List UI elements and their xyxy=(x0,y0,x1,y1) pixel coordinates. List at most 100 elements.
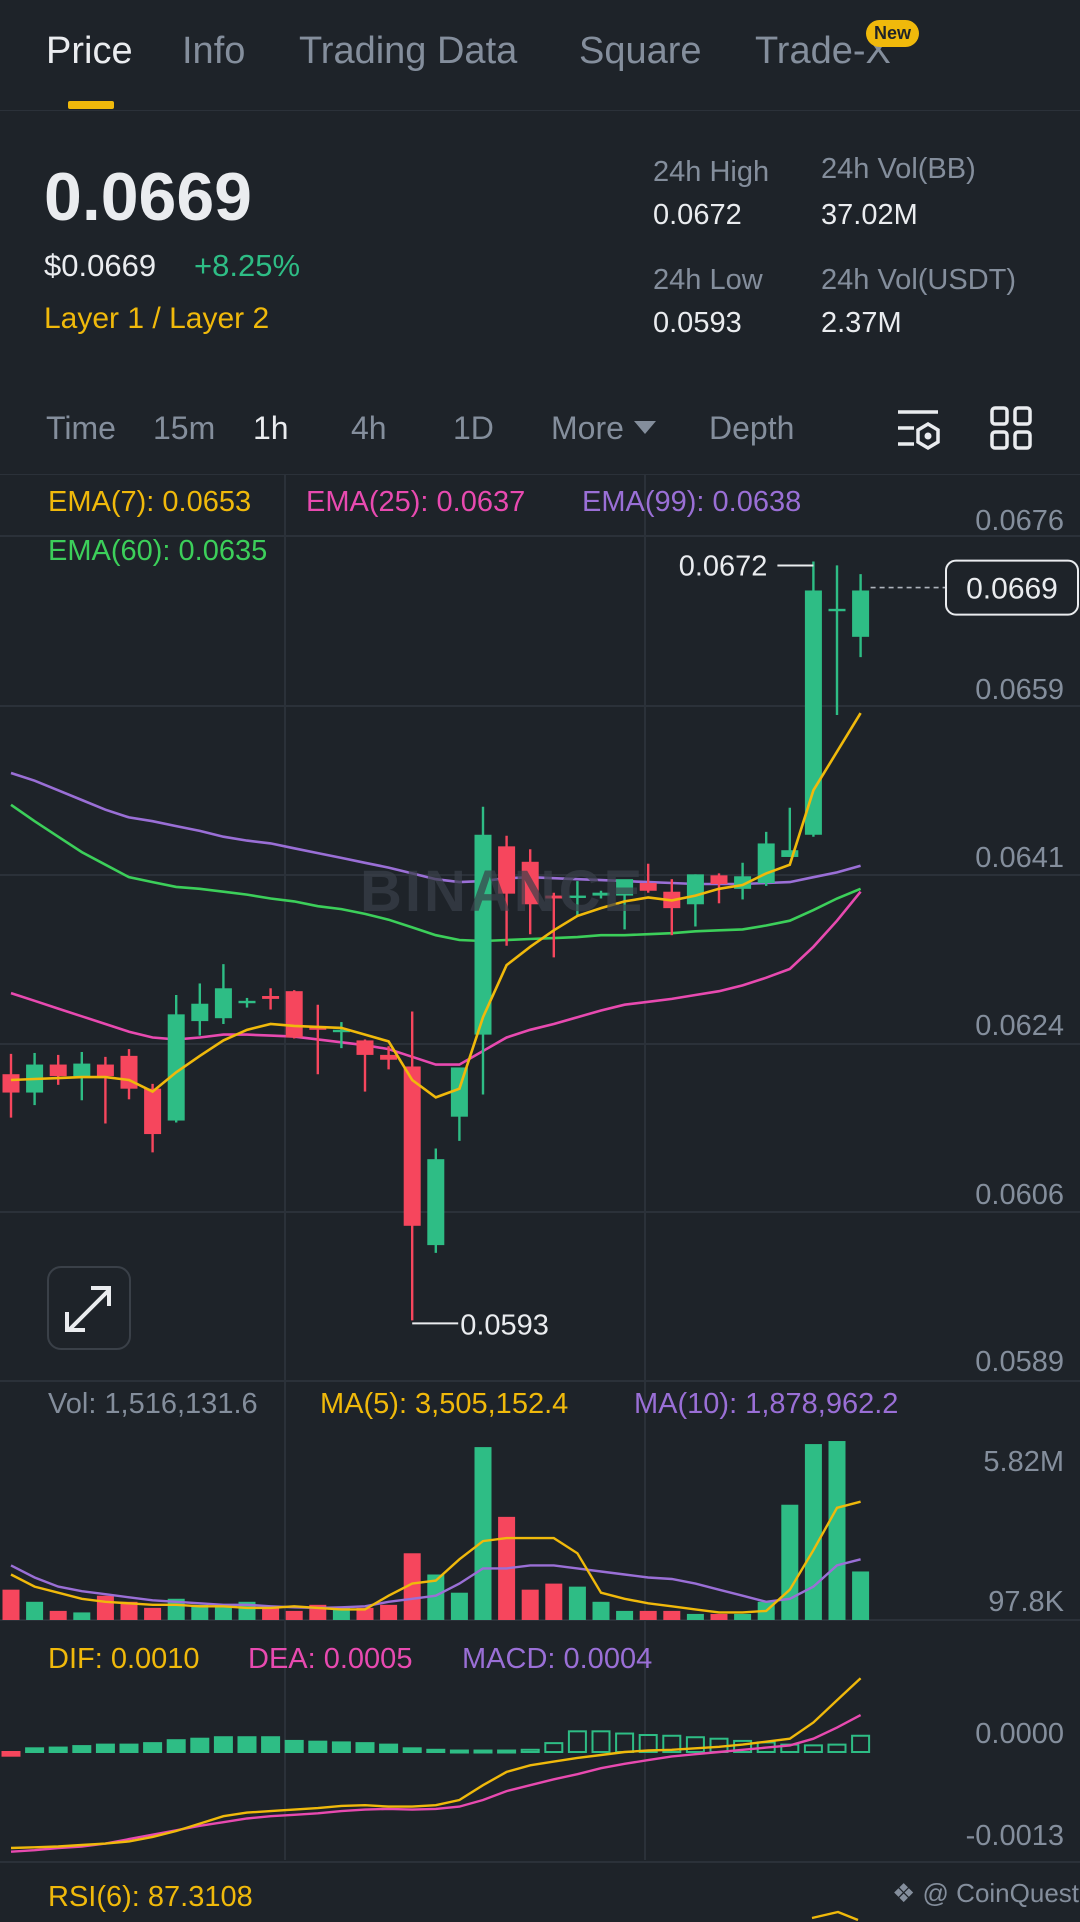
candle-body xyxy=(356,1040,374,1055)
low-marker-label: 0.0593 xyxy=(460,1309,549,1341)
volume-bar xyxy=(545,1583,563,1620)
macd-histogram-bar xyxy=(1,1751,21,1757)
timeframe-15m[interactable]: 15m xyxy=(153,410,215,447)
timeframe-1d[interactable]: 1D xyxy=(453,410,494,447)
low-24h-label: 24h Low xyxy=(653,264,763,296)
macd-histogram-bar xyxy=(119,1743,139,1753)
timeframe-more[interactable]: More xyxy=(551,410,656,447)
price-chart[interactable]: 0.0672 0.0593 0.0669 xyxy=(0,474,1080,1922)
volume-bar xyxy=(804,1444,822,1620)
expand-icon xyxy=(65,1286,111,1332)
vol-ma10-legend: MA(10): 1,878,962.2 xyxy=(634,1388,899,1420)
volume-bar xyxy=(450,1592,468,1620)
candle-body xyxy=(214,988,232,1019)
dif-line xyxy=(10,1677,862,1850)
macd-histogram-bar xyxy=(143,1742,163,1753)
price-axis-tick: 0.0659 xyxy=(975,674,1064,706)
macd-histogram-bar xyxy=(567,1730,587,1754)
candle-body xyxy=(686,874,704,905)
macd-histogram-bar xyxy=(544,1742,564,1753)
price-axis-tick: 0.0606 xyxy=(975,1179,1064,1211)
grid-layout-icon[interactable] xyxy=(990,406,1032,450)
candle-body xyxy=(403,1066,421,1226)
timeframe-1h[interactable]: 1h xyxy=(253,410,289,447)
macd-histogram-bar xyxy=(190,1737,210,1753)
ema25-legend: EMA(25): 0.0637 xyxy=(306,486,526,518)
category-link[interactable]: Layer 1 / Layer 2 xyxy=(44,302,269,336)
high-24h-value: 0.0672 xyxy=(653,199,742,231)
candle-body xyxy=(2,1074,20,1093)
macd-histogram-bar xyxy=(497,1749,517,1754)
tab-trading-data[interactable]: Trading Data xyxy=(299,30,517,73)
candle-body xyxy=(804,590,822,835)
timeframe-more-label: More xyxy=(551,410,624,446)
volume-legend: Vol: 1,516,131.6 xyxy=(48,1388,258,1420)
vol-base-24h-label: 24h Vol(BB) xyxy=(821,153,976,185)
volume-bar xyxy=(521,1589,539,1620)
volume-bar xyxy=(568,1586,586,1620)
tab-price[interactable]: Price xyxy=(46,30,133,73)
last-price: 0.0669 xyxy=(44,159,252,235)
macd-histogram-bar xyxy=(591,1730,611,1754)
ema60-legend: EMA(60): 0.0635 xyxy=(48,535,268,567)
volume-bar xyxy=(710,1613,728,1620)
timeframe-4h[interactable]: 4h xyxy=(351,410,387,447)
tab-square[interactable]: Square xyxy=(579,30,702,73)
macd-histogram-bar xyxy=(237,1736,257,1753)
volume-bar xyxy=(852,1571,870,1620)
candle-body xyxy=(96,1064,114,1077)
volume-bar xyxy=(144,1607,162,1620)
candle-body xyxy=(380,1054,398,1060)
volume-bar xyxy=(380,1604,398,1620)
binance-watermark: BINANCE xyxy=(360,859,646,924)
depth-tab[interactable]: Depth xyxy=(709,410,794,447)
binance-logo-icon: ❖ xyxy=(892,1878,916,1908)
macd-histogram-bar xyxy=(308,1740,328,1753)
volume-bar xyxy=(262,1607,280,1620)
low-24h-value: 0.0593 xyxy=(653,307,742,339)
vol-ma5-legend: MA(5): 3,505,152.4 xyxy=(320,1388,569,1420)
macd-histogram-bar xyxy=(426,1748,446,1754)
source-credit: ❖ @ CoinQuest xyxy=(892,1878,1079,1909)
candle-body xyxy=(191,1003,209,1022)
macd-histogram-bar xyxy=(284,1739,304,1754)
vol-base-24h-value: 37.02M xyxy=(821,199,918,231)
price-axis-tick: 0.0589 xyxy=(975,1346,1064,1378)
macd-histogram-bar xyxy=(827,1743,847,1753)
price-axis-tick: 0.0676 xyxy=(975,505,1064,537)
vol-quote-24h-value: 2.37M xyxy=(821,307,902,339)
macd-histogram-bar xyxy=(331,1741,351,1754)
volume-bar xyxy=(734,1613,752,1620)
candle-body xyxy=(427,1159,445,1246)
dea-legend: DEA: 0.0005 xyxy=(248,1643,413,1675)
volume-bar xyxy=(686,1613,704,1620)
macd-histogram-bar xyxy=(379,1743,399,1753)
candle-body xyxy=(781,850,799,857)
candle-body xyxy=(828,608,846,612)
timeframe-time[interactable]: Time xyxy=(46,410,116,447)
macd-histogram-bar xyxy=(520,1748,540,1754)
macd-histogram-bar xyxy=(803,1744,823,1754)
macd-histogram-bar xyxy=(213,1736,233,1753)
volume-bar xyxy=(96,1595,114,1620)
tab-info[interactable]: Info xyxy=(182,30,245,73)
fullscreen-button[interactable] xyxy=(47,1266,131,1350)
volume-bar xyxy=(285,1610,303,1620)
rsi-line xyxy=(811,1910,859,1922)
candle-body xyxy=(710,875,728,884)
volume-bar xyxy=(73,1612,91,1620)
volume-bar xyxy=(639,1610,657,1620)
macd-histogram-bar xyxy=(615,1732,635,1753)
macd-histogram-bar xyxy=(473,1749,493,1754)
candle-body xyxy=(238,1000,256,1004)
macd-histogram-bar xyxy=(72,1745,92,1753)
high-marker-label: 0.0672 xyxy=(679,551,768,583)
volume-bar xyxy=(781,1504,799,1620)
chart-settings-icon[interactable] xyxy=(894,406,942,456)
fiat-price: $0.0669 xyxy=(44,248,157,283)
candle-body xyxy=(144,1088,162,1135)
macd-histogram-bar xyxy=(355,1742,375,1753)
top-tab-bar: Price Info Trading Data Square Trade-X N… xyxy=(0,0,1080,111)
volume-bar xyxy=(49,1610,67,1620)
macd-histogram-bar xyxy=(95,1743,115,1753)
